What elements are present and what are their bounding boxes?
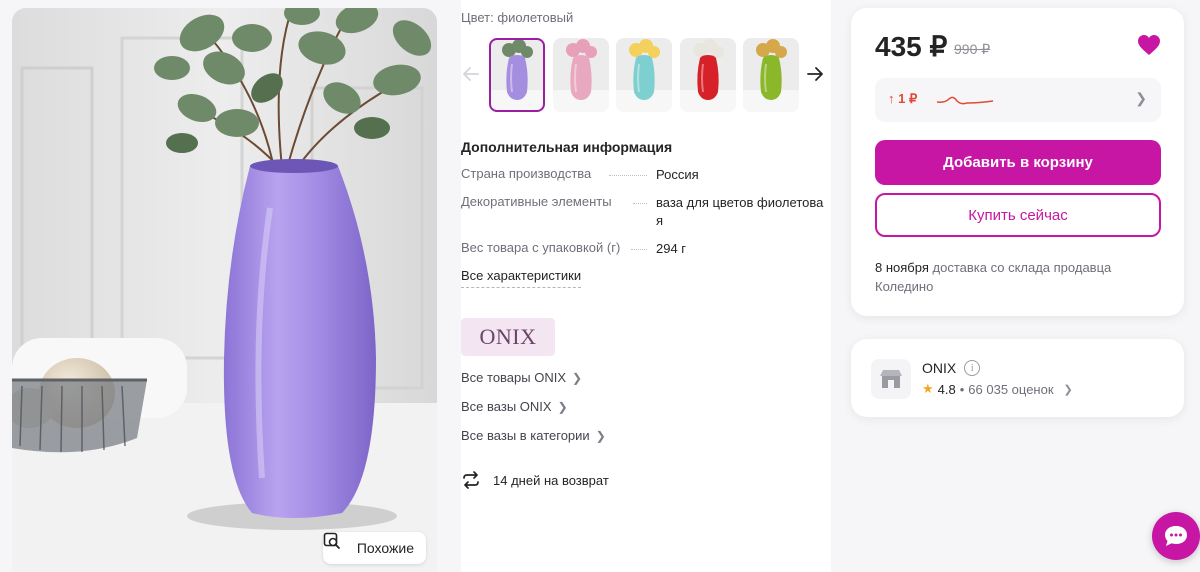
color-thumbnail-pink[interactable]: [552, 38, 609, 112]
chevron-down-icon: ❯: [1063, 383, 1073, 396]
chevron-right-icon: ❯: [557, 399, 568, 414]
price-change: ↑ 1 ₽: [888, 91, 918, 106]
price-history-button[interactable]: ↑ 1 ₽ ❯: [875, 78, 1161, 122]
add-to-cart-button[interactable]: Добавить в корзину: [875, 140, 1161, 185]
spec-value: ваза для цветов фиолетова я: [656, 195, 824, 228]
all-brand-products-link[interactable]: Все товары ONIX ❯: [461, 370, 582, 385]
carousel-prev-arrow-icon[interactable]: [461, 64, 481, 84]
seller-card[interactable]: ONIX i ★ 4.8 • 66 035 оценок ❯: [851, 339, 1184, 417]
color-variant-carousel: [461, 38, 831, 112]
all-category-vases-link[interactable]: Все вазы в категории ❯: [461, 428, 606, 443]
old-price: 990 ₽: [954, 41, 991, 57]
link-label: Все вазы в категории: [461, 428, 590, 443]
seller-rating-row[interactable]: ★ 4.8 • 66 035 оценок ❯: [922, 381, 1073, 397]
carousel-next-arrow-icon[interactable]: [805, 64, 825, 84]
chat-bubble-icon: [1165, 526, 1187, 546]
additional-info-heading: Дополнительная информация: [461, 139, 673, 155]
chevron-right-icon: ❯: [1135, 90, 1147, 106]
chevron-right-icon: ❯: [572, 370, 583, 385]
color-thumbnail-teal[interactable]: [616, 38, 672, 112]
spec-value: Россия: [656, 167, 699, 182]
link-label: Все вазы ONIX: [461, 399, 552, 414]
delivery-date: 8 ноября: [875, 260, 929, 275]
seller-avatar: [871, 359, 911, 399]
brand-logo[interactable]: ONIX: [461, 318, 555, 356]
product-details: Цвет: фиолетовый Дополнительная информац…: [461, 0, 831, 572]
spec-key: Вес товара с упаковкой (г): [461, 240, 621, 255]
price-sparkline: [936, 96, 994, 105]
color-thumbnail-purple[interactable]: [489, 38, 545, 112]
return-arrows-icon: [463, 471, 479, 489]
color-label: Цвет:: [461, 10, 494, 25]
vase-photo-image: [12, 8, 437, 572]
color-value: фиолетовый: [497, 10, 574, 25]
seller-name[interactable]: ONIX: [922, 360, 956, 376]
returns-label: 14 дней на возврат: [493, 472, 609, 488]
favorite-heart-icon[interactable]: [1137, 34, 1161, 56]
link-label: Все товары ONIX: [461, 370, 567, 385]
spec-value: 294 г: [656, 241, 687, 256]
current-price: 435 ₽: [875, 31, 948, 62]
color-selection: Цвет: фиолетовый: [461, 10, 573, 25]
delivery-info: 8 ноября доставка со склада продавца Кол…: [875, 258, 1155, 296]
seller-reviews: 66 035 оценок: [968, 381, 1054, 397]
info-icon[interactable]: i: [964, 360, 981, 376]
spec-key: Декоративные элементы: [461, 194, 612, 209]
color-thumbnail-red[interactable]: [679, 38, 736, 112]
spec-dots: [609, 166, 647, 176]
seller-name-row: ONIX i: [922, 360, 981, 376]
chevron-right-icon: ❯: [595, 428, 606, 443]
buy-now-button[interactable]: Купить сейчас: [875, 193, 1161, 237]
chat-button[interactable]: [1152, 512, 1200, 560]
all-brand-vases-link[interactable]: Все вазы ONIX ❯: [461, 399, 568, 414]
price-card: 435 ₽ 990 ₽ ↑ 1 ₽ ❯ Добавить в корзину К…: [851, 8, 1184, 316]
star-icon: ★: [922, 381, 934, 396]
seller-rating: 4.8: [937, 381, 956, 397]
similar-products-button[interactable]: Похожие: [322, 532, 426, 564]
product-photo[interactable]: Похожие: [12, 8, 437, 572]
similar-products-label: Похожие: [356, 540, 414, 556]
image-search-icon: [323, 532, 351, 557]
spec-dots: [633, 194, 647, 204]
store-icon: [880, 370, 902, 388]
color-thumbnail-green[interactable]: [743, 38, 799, 112]
all-specs-link[interactable]: Все характеристики: [461, 268, 582, 288]
spec-dots: [631, 240, 647, 250]
separator: •: [959, 381, 965, 397]
returns-info: 14 дней на возврат: [461, 470, 609, 490]
